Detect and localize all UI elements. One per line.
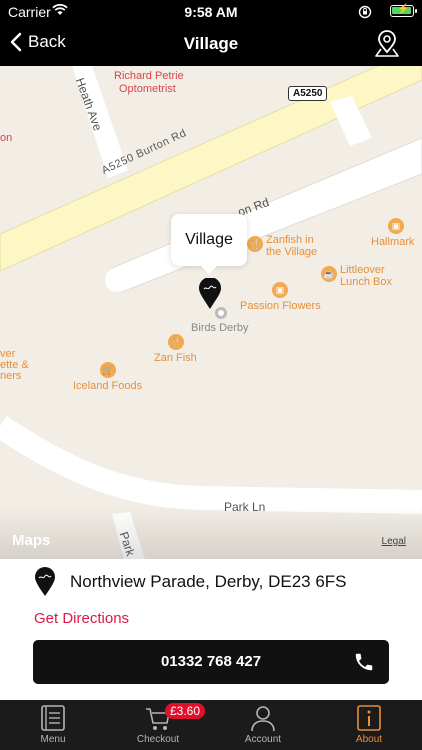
place-optometrist-line2: Optometrist (119, 83, 176, 95)
place-left-1: on (0, 132, 13, 144)
menu-book-icon (41, 705, 65, 731)
place-birds-derby[interactable]: Birds Derby (191, 322, 248, 334)
status-bar: Carrier 9:58 AM ⚡ (0, 0, 422, 24)
map-pin-icon (375, 30, 399, 57)
call-button[interactable]: 01332 768 427 (33, 640, 389, 684)
restaurant-icon[interactable]: 🍴 (247, 236, 263, 252)
tab-account[interactable]: Account (223, 704, 303, 745)
restaurant-icon[interactable]: 🍴 (168, 334, 184, 350)
road-shield-a5250: A5250 (288, 86, 328, 101)
address-row: Northview Parade, Derby, DE23 6FS (34, 567, 347, 597)
get-directions-link[interactable]: Get Directions (34, 610, 129, 627)
info-icon (357, 705, 381, 731)
place-iceland-foods[interactable]: Iceland Foods (73, 380, 142, 392)
road-label-park-ln: Park Ln (224, 500, 266, 514)
cafe-icon[interactable]: ☕ (321, 266, 337, 282)
legal-link[interactable]: Legal (382, 536, 406, 547)
venue-logo-icon (35, 567, 55, 596)
battery-icon: ⚡ (390, 4, 417, 17)
phone-icon (355, 653, 373, 671)
venue-pin-icon[interactable] (198, 278, 222, 310)
map-location-button[interactable] (374, 30, 400, 63)
phone-number: 01332 768 427 (160, 653, 262, 670)
tab-menu-label: Menu (40, 734, 66, 745)
venue-info-panel: Northview Parade, Derby, DE23 6FS Get Di… (0, 559, 422, 700)
place-zanfish-village-2[interactable]: the Village (266, 246, 317, 258)
map-roads (0, 66, 422, 559)
cart-total-badge: £3.60 (165, 703, 206, 719)
top-bar: Carrier 9:58 AM ⚡ Back Village (0, 0, 422, 66)
tab-account-label: Account (244, 734, 282, 745)
tab-menu[interactable]: Menu (13, 704, 93, 745)
place-passion-flowers[interactable]: Passion Flowers (240, 300, 321, 312)
map-view[interactable]: A5250 Burton Rd A5250 Heath Ave on Rd Pa… (0, 66, 422, 559)
grocery-icon[interactable]: 🛒 (100, 362, 116, 378)
place-littleover-1[interactable]: Littleover (340, 264, 385, 276)
place-hallmark[interactable]: Hallmark (371, 236, 414, 248)
tab-about[interactable]: About (329, 704, 409, 745)
place-zanfish-village-1[interactable]: Zanfish in (266, 234, 314, 246)
orientation-lock-icon (358, 5, 372, 22)
maps-logo-text: Maps (12, 532, 51, 549)
place-zan-fish[interactable]: Zan Fish (154, 352, 197, 364)
tab-checkout-label: Checkout (136, 734, 180, 745)
place-optometrist-line1: Richard Petrie (114, 70, 184, 82)
venue-address: Northview Parade, Derby, DE23 6FS (70, 572, 347, 591)
nav-bar: Back Village (0, 24, 422, 66)
tab-bar: Menu Checkout £3.60 Account About (0, 700, 422, 750)
place-left-4: ners (0, 370, 22, 382)
shop-icon[interactable]: ▣ (272, 282, 288, 298)
shop-icon[interactable]: ▣ (388, 218, 404, 234)
maps-logo: Maps (12, 532, 50, 549)
page-title: Village (183, 34, 239, 53)
map-callout[interactable]: Village (171, 214, 247, 274)
place-littleover-2[interactable]: Lunch Box (340, 276, 392, 288)
account-icon (251, 706, 275, 732)
tab-about-label: About (355, 734, 383, 745)
